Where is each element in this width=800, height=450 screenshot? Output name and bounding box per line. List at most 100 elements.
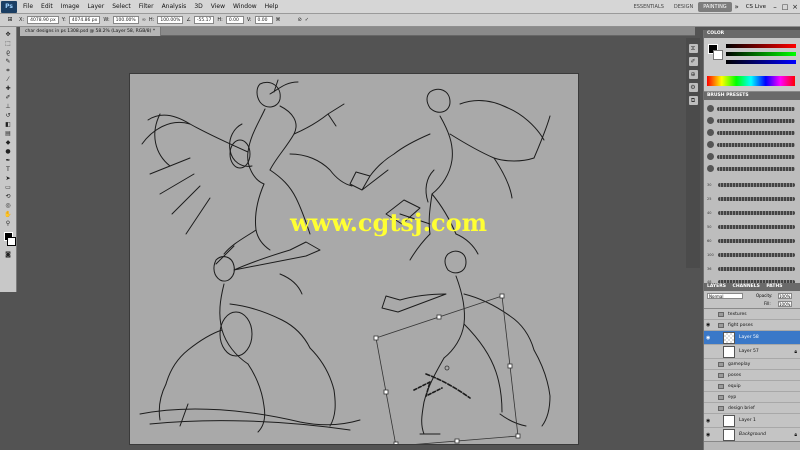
tool-presets-icon[interactable]: ⚙ xyxy=(688,83,698,92)
brush-preset-row[interactable] xyxy=(707,128,795,137)
document-canvas[interactable]: www.cgtsj.com xyxy=(130,74,578,444)
y-field[interactable]: 4074.86 px xyxy=(68,16,101,24)
warp-icon[interactable]: ⌘ xyxy=(276,17,281,23)
x-field[interactable]: 4078.90 px xyxy=(27,16,59,24)
layer-row-layer-1[interactable]: ◉ Layer 1 xyxy=(704,414,800,428)
angle-field[interactable]: -55.17 xyxy=(193,16,215,24)
menu-select[interactable]: Select xyxy=(108,3,135,10)
cancel-transform-icon[interactable]: ⊘ xyxy=(298,17,302,23)
zoom-tool-icon[interactable]: ⚲ xyxy=(2,220,14,228)
tab-paths[interactable]: PATHS xyxy=(766,284,782,289)
menu-analysis[interactable]: Analysis xyxy=(158,3,191,10)
brush-preset-row[interactable]: 30 xyxy=(707,180,795,189)
menu-help[interactable]: Help xyxy=(261,3,283,10)
layer-row-fight-poses[interactable]: ◉ fight poses xyxy=(704,320,800,331)
gradient-tool-icon[interactable]: ▤ xyxy=(2,130,14,138)
background-color-swatch[interactable] xyxy=(6,237,16,246)
brush-preset-row[interactable] xyxy=(707,104,795,113)
navigator-icon[interactable]: ⧉ xyxy=(688,96,698,105)
layer-row-design-brief[interactable]: design brief xyxy=(704,403,800,414)
quick-mask-icon[interactable]: ◙ xyxy=(2,251,14,259)
pen-tool-icon[interactable]: ✒ xyxy=(2,157,14,165)
commit-transform-icon[interactable]: ✓ xyxy=(305,17,309,23)
clone-source-icon[interactable]: ⊕ xyxy=(688,70,698,79)
width-field[interactable]: 100.00% xyxy=(112,16,139,24)
visibility-eye-icon[interactable]: ◉ xyxy=(706,322,712,328)
color-background-swatch[interactable] xyxy=(713,50,723,60)
brush-preset-row[interactable]: 25 xyxy=(707,194,795,203)
minimize-icon[interactable]: – xyxy=(770,3,780,11)
visibility-eye-icon[interactable]: ◉ xyxy=(706,418,712,424)
maximize-icon[interactable]: □ xyxy=(780,3,790,11)
stamp-tool-icon[interactable]: ⊥ xyxy=(2,103,14,111)
close-icon[interactable]: × xyxy=(790,3,800,11)
workspace-design[interactable]: DESIGN xyxy=(669,2,698,12)
transform-bounding-box[interactable] xyxy=(373,293,521,444)
crop-tool-icon[interactable]: ⌗ xyxy=(2,67,14,75)
opacity-field[interactable]: 100% xyxy=(778,293,792,299)
workspace-painting[interactable]: PAINTING xyxy=(698,1,732,12)
red-slider[interactable] xyxy=(726,44,796,48)
layer-row-gameplay[interactable]: gameplay xyxy=(704,359,800,370)
link-icon[interactable]: ∞ xyxy=(142,17,146,23)
3d-rotate-tool-icon[interactable]: ⟲ xyxy=(2,193,14,201)
history-panel-icon[interactable]: ⧖ xyxy=(688,44,698,53)
layer-row-layer-58[interactable]: ◉ Layer 58 xyxy=(704,331,800,345)
menu-window[interactable]: Window xyxy=(229,3,261,10)
layer-row-layer-57[interactable]: Layer 57 🔒︎ xyxy=(704,345,800,359)
brush-preset-row[interactable]: 40 xyxy=(707,208,795,217)
fill-field[interactable]: 100% xyxy=(778,301,792,307)
brush-preset-row[interactable] xyxy=(707,140,795,149)
dodge-tool-icon[interactable]: ● xyxy=(2,148,14,156)
menu-file[interactable]: File xyxy=(19,3,37,10)
move-tool-icon[interactable]: ✥ xyxy=(2,31,14,39)
brush-panel-icon[interactable]: ✐ xyxy=(688,57,698,66)
layer-row-background[interactable]: ◉ Background 🔒︎ xyxy=(704,428,800,442)
menu-edit[interactable]: Edit xyxy=(37,3,57,10)
brush-presets-header[interactable]: BRUSH PRESETS xyxy=(704,92,800,100)
type-tool-icon[interactable]: T xyxy=(2,166,14,174)
h-skew-field[interactable]: 0.00 xyxy=(225,16,244,24)
menu-filter[interactable]: Filter xyxy=(135,3,158,10)
v-skew-field[interactable]: 0.00 xyxy=(254,16,273,24)
brush-preset-row[interactable] xyxy=(707,116,795,125)
visibility-eye-icon[interactable]: ◉ xyxy=(706,432,712,438)
menu-view[interactable]: View xyxy=(207,3,229,10)
green-slider[interactable] xyxy=(726,52,796,56)
cs-live-button[interactable]: CS Live xyxy=(742,4,770,10)
blur-tool-icon[interactable]: ◆ xyxy=(2,139,14,147)
shape-tool-icon[interactable]: ▭ xyxy=(2,184,14,192)
blue-slider[interactable] xyxy=(726,60,796,64)
brush-preset-row[interactable]: 100 xyxy=(707,250,795,259)
eyedropper-tool-icon[interactable]: ⁄ xyxy=(2,76,14,84)
eraser-tool-icon[interactable]: ◧ xyxy=(2,121,14,129)
height-field[interactable]: 100.00% xyxy=(157,16,184,24)
menu-image[interactable]: Image xyxy=(57,3,84,10)
healing-tool-icon[interactable]: ✚ xyxy=(2,85,14,93)
visibility-eye-icon[interactable]: ◉ xyxy=(706,335,712,341)
hand-tool-icon[interactable]: ✋ xyxy=(2,211,14,219)
layer-row-eyp[interactable]: eyp xyxy=(704,392,800,403)
path-select-tool-icon[interactable]: ➤ xyxy=(2,175,14,183)
tab-channels[interactable]: CHANNELS xyxy=(733,284,760,289)
blend-mode-select[interactable]: Normal xyxy=(707,293,743,299)
marquee-tool-icon[interactable]: ⬚ xyxy=(2,40,14,48)
document-tab[interactable]: char designs in ps 1308.psd @ 58.2% (Lay… xyxy=(20,27,162,36)
lasso-tool-icon[interactable]: ϱ xyxy=(2,49,14,57)
layer-row-textures[interactable]: textures xyxy=(704,309,800,320)
menu-layer[interactable]: Layer xyxy=(83,3,108,10)
layer-row-equip[interactable]: equip xyxy=(704,381,800,392)
brush-tool-icon[interactable]: ✐ xyxy=(2,94,14,102)
brush-preset-row[interactable]: 60 xyxy=(707,236,795,245)
workspace-essentials[interactable]: ESSENTIALS xyxy=(629,2,669,12)
history-brush-tool-icon[interactable]: ↺ xyxy=(2,112,14,120)
color-spectrum[interactable] xyxy=(707,76,795,86)
workspace-expand-icon[interactable]: » xyxy=(732,3,742,11)
3d-orbit-tool-icon[interactable]: ◎ xyxy=(2,202,14,210)
color-panel-header[interactable]: COLOR xyxy=(704,30,800,38)
brush-preset-row[interactable]: 50 xyxy=(707,222,795,231)
quick-select-tool-icon[interactable]: ✎ xyxy=(2,58,14,66)
transform-tool-icon[interactable]: ⊞ xyxy=(4,16,16,24)
brush-preset-row[interactable] xyxy=(707,164,795,173)
brush-preset-row[interactable]: 36 xyxy=(707,264,795,273)
